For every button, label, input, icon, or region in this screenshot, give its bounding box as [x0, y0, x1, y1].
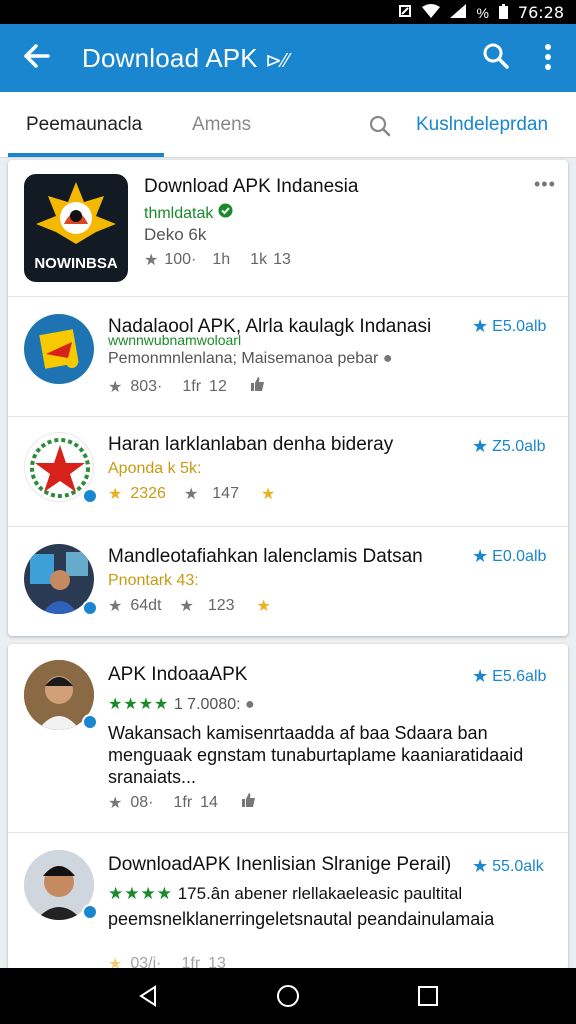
list-item-title: Mandleotafiahkan lalenclamis Datsan [108, 546, 423, 567]
back-arrow-icon[interactable] [22, 38, 50, 81]
tab-active[interactable]: Peemaunacla [26, 114, 142, 136]
page-title: Download APK ⊳⁄⁄ [82, 43, 290, 73]
star-icon: ★ [108, 486, 123, 503]
star-icon: ★ [108, 378, 123, 396]
star-icon: ★ [472, 316, 489, 336]
sun-emblem-icon [36, 182, 116, 244]
list-item-tagline: wwnnwubnamwoloarl [108, 332, 242, 348]
nav-recents-icon[interactable] [416, 984, 440, 1008]
location-icon: ● [382, 350, 393, 367]
list-item-title: Haran larklanlaban denha bideray [108, 434, 394, 455]
review-rating: ★ 55.0alk [472, 856, 544, 876]
featured-size: Deko 6k [144, 225, 207, 244]
divider [8, 526, 568, 527]
clock: 76:28 [517, 3, 564, 22]
title-glyph: ⊳⁄⁄ [265, 50, 290, 72]
star-icon: ★ [183, 486, 199, 503]
location-icon: ● [245, 696, 255, 713]
star-icon: ★ [472, 666, 489, 686]
star-icon: ★ [472, 436, 489, 456]
star-icon: ★ [108, 598, 123, 615]
review-meta: ★★★★ 1 7.0080: ● [108, 696, 255, 713]
list-item-stats: ★ 2326 ★ 147 ★ [108, 485, 276, 503]
star-icon: ★ [108, 794, 123, 812]
review-body: peemsnelklanerringeletsnautal peandainul… [108, 909, 495, 929]
app-list-card: NOWINBSA Download APK Indanesia thmldata… [8, 160, 568, 636]
verified-badge-icon [82, 488, 98, 504]
star-icon: ★ [472, 856, 489, 876]
star-icon: ★ [260, 486, 276, 503]
divider [8, 416, 568, 417]
wifi-icon [422, 4, 441, 21]
battery-icon [498, 3, 508, 22]
verified-badge-icon [82, 714, 98, 730]
tab-indicator [8, 153, 164, 157]
tab-search-icon[interactable] [368, 114, 392, 138]
system-nav-bar [0, 968, 576, 1024]
featured-app-icon: NOWINBSA [24, 174, 128, 282]
rating-stars-icon: ★★★★ [108, 696, 170, 713]
thumbs-up-icon [249, 376, 265, 397]
list-item-subtitle: Pnontark 43: [108, 572, 199, 589]
app-avatar [24, 314, 94, 384]
list-item-stats: ★ 64dt ★ 123 ★ [108, 597, 271, 615]
overflow-menu-icon[interactable]: ••• [534, 174, 556, 195]
list-item-stats: ★ 803· 1fr 12 [108, 376, 265, 397]
featured-stats: ★ 100· 1h 1k 13 [144, 251, 291, 269]
list-item-rating: ★ E0.0alb [472, 546, 547, 566]
review-meta: ★★★★ 175.ân abener rlellakaeleasic pault… [108, 884, 463, 903]
rating-stars-icon: ★★★★ [108, 884, 173, 903]
flag-badge-icon [39, 329, 79, 369]
app-bar: Download APK ⊳⁄⁄ [0, 24, 576, 92]
star-icon: ★ [179, 598, 194, 615]
verified-badge-icon [82, 904, 98, 920]
more-vert-icon[interactable] [538, 42, 558, 72]
star-icon: ★ [144, 252, 159, 269]
list-item-subtitle: Aponda k 5k: [108, 460, 202, 477]
list-item-rating: ★ Z5.0alb [472, 436, 546, 456]
divider [8, 832, 568, 833]
featured-developer: thmldatak [144, 203, 233, 223]
thumbs-up-icon [240, 792, 256, 813]
review-title: APK IndoaaAPK [108, 664, 248, 685]
review-rating: ★ E5.6alb [472, 666, 547, 686]
tab-link[interactable]: Kuslndeleprdan [416, 114, 548, 136]
signal-icon [450, 4, 467, 21]
review-title: DownloadAPK Inenlisian Slranige Perail) [108, 854, 452, 875]
nfc-icon [398, 4, 412, 21]
review-body: Wakansach kamisenrtaadda af baa Sdaara b… [108, 723, 524, 787]
list-item-rating: ★ E5.0alb [472, 316, 547, 336]
status-bar: % 76:28 [0, 0, 576, 24]
nav-back-icon[interactable] [136, 984, 160, 1008]
tab-bar: Peemaunacla Amens Kuslndeleprdan [0, 92, 576, 158]
review-stats: ★ 08· 1fr 14 [108, 792, 256, 813]
review-card: APK IndoaaAPK ★★★★ 1 7.0080: ● Wakansach… [8, 644, 568, 973]
list-item-subtitle: Pemonmnlenlana; Maisemanoa pebar ● [108, 350, 393, 367]
nav-home-icon[interactable] [276, 984, 300, 1008]
battery-label: % [476, 4, 489, 21]
search-icon[interactable] [482, 42, 510, 70]
featured-icon-label: NOWINBSA [34, 255, 118, 272]
featured-title: Download APK Indanesia [144, 176, 359, 197]
verified-badge-icon [82, 600, 98, 616]
verified-icon [218, 203, 233, 222]
star-icon: ★ [256, 598, 271, 615]
star-icon: ★ [472, 546, 489, 566]
divider [8, 296, 568, 297]
tab-inactive[interactable]: Amens [192, 114, 251, 136]
